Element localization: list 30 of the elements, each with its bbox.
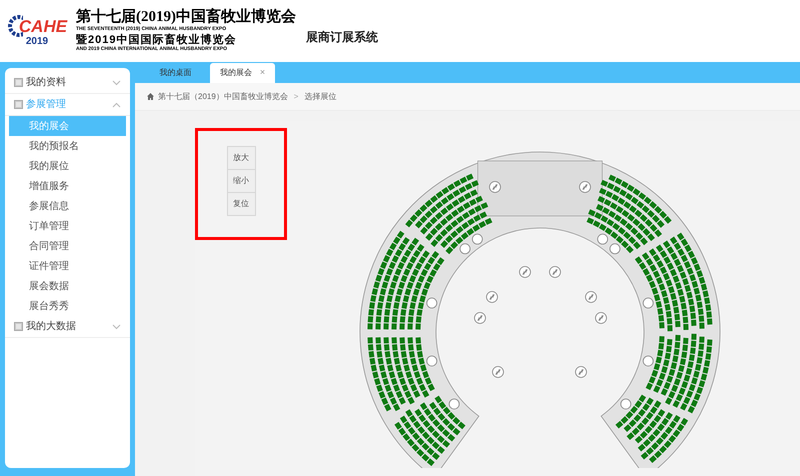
- sidebar-item[interactable]: 展台秀秀: [9, 296, 126, 316]
- zoom-button[interactable]: 放大: [226, 146, 256, 170]
- breadcrumb-separator: >: [292, 90, 300, 102]
- sidebar-item[interactable]: 我的展位: [9, 156, 126, 176]
- book-icon: [14, 78, 23, 87]
- logo-year: 2019: [26, 37, 48, 47]
- chevron-down-icon: [112, 324, 121, 330]
- home-icon: [147, 93, 154, 100]
- sidebar-group[interactable]: 我的大数据: [5, 316, 130, 338]
- sidebar-item[interactable]: 证件管理: [9, 256, 126, 276]
- system-name: 展商订展系统: [306, 29, 378, 46]
- zoom-button[interactable]: 复位: [226, 192, 256, 216]
- chevron-up-icon: [112, 102, 121, 108]
- book-icon: [14, 322, 23, 331]
- breadcrumb-link[interactable]: 第十七届（2019）中国畜牧业博览会: [158, 90, 288, 102]
- logo-letters: CAHE: [18, 18, 68, 34]
- sidebar-group[interactable]: 我的资料: [5, 72, 130, 94]
- sidebar-item[interactable]: 增值服务: [9, 176, 126, 196]
- expo-subtitle: 暨2019中国国际畜牧业博览会: [76, 35, 238, 46]
- zoom-button[interactable]: 缩小: [226, 169, 256, 193]
- book-icon: [14, 100, 23, 109]
- sidebar-item[interactable]: 展会数据: [9, 276, 126, 296]
- sidebar-item[interactable]: 订单管理: [9, 216, 126, 236]
- sidebar-item[interactable]: 合同管理: [9, 236, 126, 256]
- expo-title: 第十七届(2019)中国畜牧业博览会: [76, 10, 296, 25]
- sidebar-item[interactable]: 参展信息: [9, 196, 126, 216]
- sidebar-item[interactable]: 我的预报名: [9, 136, 126, 156]
- breadcrumb-current: 选择展位: [304, 90, 336, 102]
- tab[interactable]: 我的展会 ×: [210, 63, 275, 83]
- chevron-down-icon: [112, 80, 121, 86]
